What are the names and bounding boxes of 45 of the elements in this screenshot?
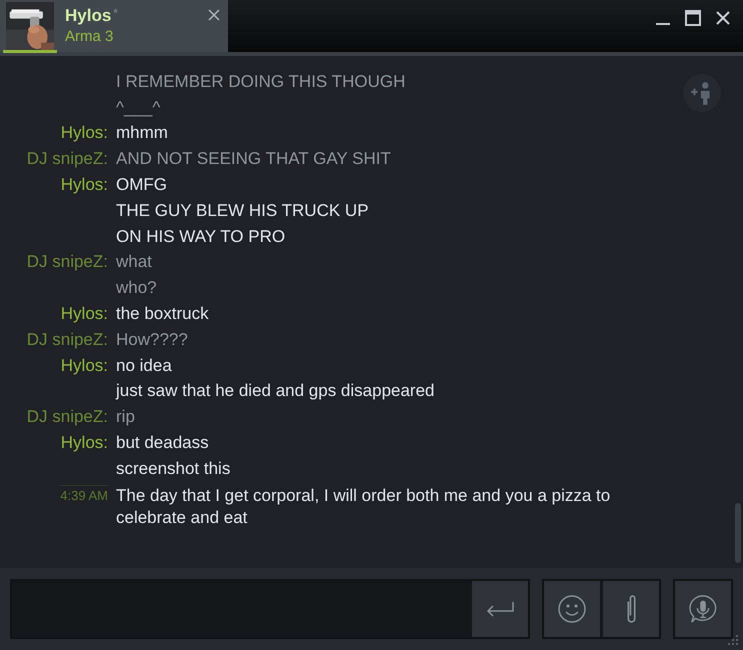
message-text: rip	[116, 407, 135, 428]
status-mark: *	[113, 6, 118, 20]
friend-name: Hylos	[65, 6, 112, 26]
message-text: no idea	[116, 356, 172, 376]
message-text: How????	[116, 330, 188, 350]
message-text: mhmm	[116, 123, 168, 144]
message-text: I REMEMBER DOING THIS THOUGH	[116, 72, 406, 92]
game-name: Arma 3	[65, 28, 114, 45]
message-input[interactable]	[10, 579, 530, 639]
sender-name: DJ snipeZ:	[26, 407, 108, 428]
add-friend-button[interactable]	[683, 74, 721, 112]
smiley-icon	[557, 594, 587, 624]
microphone-icon	[688, 594, 718, 624]
sender-name: Hylos:	[60, 175, 108, 196]
message-text: who?	[116, 278, 157, 298]
close-icon[interactable]	[715, 10, 731, 26]
message-text: THE GUY BLEW HIS TRUCK UP	[116, 200, 369, 221]
message-text: ON HIS WAY TO PRO	[116, 226, 286, 247]
sender-name: DJ snipeZ:	[26, 330, 108, 350]
scrollbar-thumb[interactable]	[735, 503, 741, 563]
attach-button[interactable]	[603, 581, 659, 637]
resize-grip-icon[interactable]	[727, 634, 739, 646]
message-text: ^___^	[116, 98, 160, 118]
message-text: but deadass	[116, 433, 209, 454]
enter-icon	[485, 601, 515, 617]
sender-name: Hylos:	[60, 356, 108, 376]
timestamp: 4:39 AM	[60, 484, 108, 503]
maximize-icon[interactable]	[685, 10, 701, 26]
sender-name: DJ snipeZ:	[26, 149, 108, 170]
sender-name: DJ snipeZ:	[26, 252, 108, 272]
send-button[interactable]	[472, 581, 528, 637]
sender-name: Hylos:	[60, 433, 108, 454]
sender-name: Hylos:	[60, 304, 108, 324]
sender-name: Hylos:	[60, 123, 108, 144]
voice-button[interactable]	[675, 581, 731, 637]
emoji-button[interactable]	[544, 581, 600, 637]
chat-tab[interactable]: Hylos* Arma 3	[0, 0, 228, 52]
paperclip-icon	[626, 595, 636, 623]
message-text: screenshot this	[116, 458, 230, 479]
message-text: OMFG	[116, 175, 167, 196]
message-text: just saw that he died and gps disappeared	[116, 381, 435, 402]
message-text: the boxtruck	[116, 304, 209, 324]
message-text: AND NOT SEEING THAT GAY SHIT	[116, 149, 391, 170]
message-text: The day that I get corporal, I will order both me and you a pizza to celebrate and eat	[116, 484, 612, 529]
message-text: what	[116, 252, 152, 272]
